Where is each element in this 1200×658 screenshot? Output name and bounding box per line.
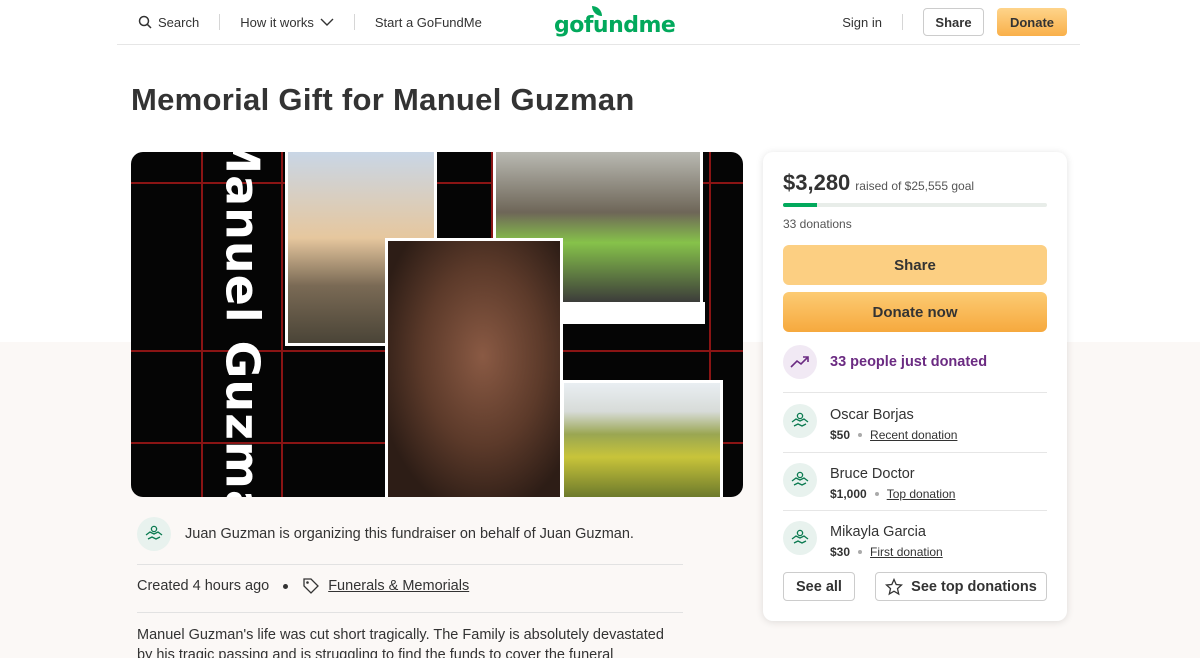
donor-amount: $50 bbox=[830, 428, 851, 442]
donation-sidebar: $3,280 raised of $25,555 goal 33 donatio… bbox=[763, 152, 1067, 621]
nav-divider bbox=[902, 14, 903, 30]
donor-separator bbox=[783, 452, 1047, 453]
donor-separator bbox=[783, 392, 1047, 393]
progress-bar bbox=[783, 203, 1047, 207]
see-top-donations-button[interactable]: See top donations bbox=[875, 572, 1047, 601]
campaign-hero-image[interactable]: Manuel Guzman bbox=[131, 152, 743, 497]
meta-separator bbox=[858, 433, 863, 437]
trend-up-icon bbox=[790, 356, 809, 368]
logo-text: gofundme bbox=[554, 13, 676, 38]
campaign-story: Manuel Guzman's life was cut short tragi… bbox=[137, 627, 664, 658]
donor-meta: $30 First donation bbox=[830, 545, 943, 559]
search-button[interactable]: Search bbox=[138, 15, 199, 30]
search-label: Search bbox=[158, 14, 200, 30]
grid-line bbox=[281, 152, 283, 497]
hero-name-overlay: Manuel Guzman bbox=[213, 152, 273, 497]
star-icon bbox=[885, 577, 904, 595]
organizer-avatar bbox=[137, 517, 171, 551]
created-text: Created 4 hours ago bbox=[137, 578, 270, 594]
campaign-title: Memorial Gift for Manuel Guzman bbox=[131, 82, 635, 117]
raised-goal: raised of $25,555 goal bbox=[855, 179, 975, 193]
category-label: Funerals & Memorials bbox=[328, 578, 470, 594]
donor-avatar bbox=[783, 404, 817, 438]
progress-fill bbox=[783, 203, 817, 207]
chevron-down-icon bbox=[320, 18, 334, 26]
raised-summary: $3,280 raised of $25,555 goal bbox=[783, 170, 974, 196]
donor-meta: $1,000 Top donation bbox=[830, 487, 955, 501]
donor-avatar bbox=[783, 463, 817, 497]
donor-details: Oscar Borjas $50 Recent donation bbox=[830, 404, 957, 442]
recent-donations-banner: 33 people just donated bbox=[783, 345, 987, 379]
donor-tag[interactable]: Recent donation bbox=[870, 428, 957, 442]
donor-name: Oscar Borjas bbox=[830, 407, 914, 423]
sign-in-link[interactable]: Sign in bbox=[842, 15, 882, 30]
gofundme-logo[interactable]: gofundme bbox=[554, 6, 676, 38]
donor-item: Bruce Doctor $1,000 Top donation bbox=[783, 463, 955, 501]
donations-count: 33 donations bbox=[783, 217, 852, 231]
donor-name: Bruce Doctor bbox=[830, 466, 915, 482]
top-nav: Search How it works Start a GoFundMe gof… bbox=[117, 0, 1080, 45]
trend-badge bbox=[783, 345, 817, 379]
organizer-row: Juan Guzman is organizing this fundraise… bbox=[137, 517, 634, 551]
donor-hands-icon bbox=[791, 529, 809, 544]
recent-donations-text: 33 people just donated bbox=[830, 354, 988, 370]
section-divider bbox=[137, 564, 683, 565]
donor-details: Bruce Doctor $1,000 Top donation bbox=[830, 463, 955, 501]
donor-name: Mikayla Garcia bbox=[830, 524, 926, 540]
photo-white-panel bbox=[561, 302, 705, 324]
donor-tag[interactable]: Top donation bbox=[887, 487, 956, 501]
organizer-text: Juan Guzman is organizing this fundraise… bbox=[185, 526, 634, 542]
photo-sunflowers bbox=[561, 380, 723, 497]
how-it-works-menu[interactable]: How it works bbox=[240, 15, 334, 30]
donor-item: Mikayla Garcia $30 First donation bbox=[783, 521, 943, 559]
donor-hands-icon bbox=[791, 412, 809, 427]
donate-button-header[interactable]: Donate bbox=[997, 8, 1067, 36]
donor-amount: $30 bbox=[830, 545, 851, 559]
start-label: Start a GoFundMe bbox=[374, 14, 482, 30]
donate-now-button[interactable]: Donate now bbox=[783, 292, 1047, 332]
how-it-works-label: How it works bbox=[240, 14, 314, 30]
meta-separator bbox=[858, 550, 863, 554]
share-button-header[interactable]: Share bbox=[923, 8, 984, 36]
meta-separator bbox=[283, 583, 289, 589]
donor-hands-icon bbox=[791, 471, 809, 486]
category-link[interactable]: Funerals & Memorials bbox=[302, 577, 469, 595]
tag-icon bbox=[303, 578, 320, 594]
see-all-button[interactable]: See all bbox=[783, 572, 855, 601]
donor-avatar bbox=[783, 521, 817, 555]
sign-in-label: Sign in bbox=[842, 14, 882, 30]
see-top-label: See top donations bbox=[911, 578, 1037, 595]
start-gofundme-link[interactable]: Start a GoFundMe bbox=[375, 15, 482, 30]
nav-divider bbox=[219, 14, 221, 30]
donor-tag[interactable]: First donation bbox=[870, 545, 943, 559]
donor-item: Oscar Borjas $50 Recent donation bbox=[783, 404, 957, 442]
meta-separator bbox=[874, 492, 879, 496]
header-actions: Sign in Share Donate bbox=[842, 8, 1067, 36]
photo-portrait bbox=[385, 238, 563, 497]
campaign-meta: Created 4 hours ago Funerals & Memorials bbox=[137, 577, 469, 595]
donor-amount: $1,000 bbox=[830, 487, 867, 501]
hero-name-text: Manuel Guzman bbox=[216, 152, 271, 497]
search-icon bbox=[138, 15, 152, 29]
raised-amount: $3,280 bbox=[783, 170, 851, 195]
donor-hands-icon bbox=[145, 525, 163, 540]
donor-separator bbox=[783, 510, 1047, 511]
share-button[interactable]: Share bbox=[783, 245, 1047, 285]
nav-divider bbox=[353, 14, 355, 30]
section-divider bbox=[137, 612, 683, 613]
donor-details: Mikayla Garcia $30 First donation bbox=[830, 521, 943, 559]
donor-meta: $50 Recent donation bbox=[830, 428, 957, 442]
grid-line bbox=[201, 152, 203, 497]
